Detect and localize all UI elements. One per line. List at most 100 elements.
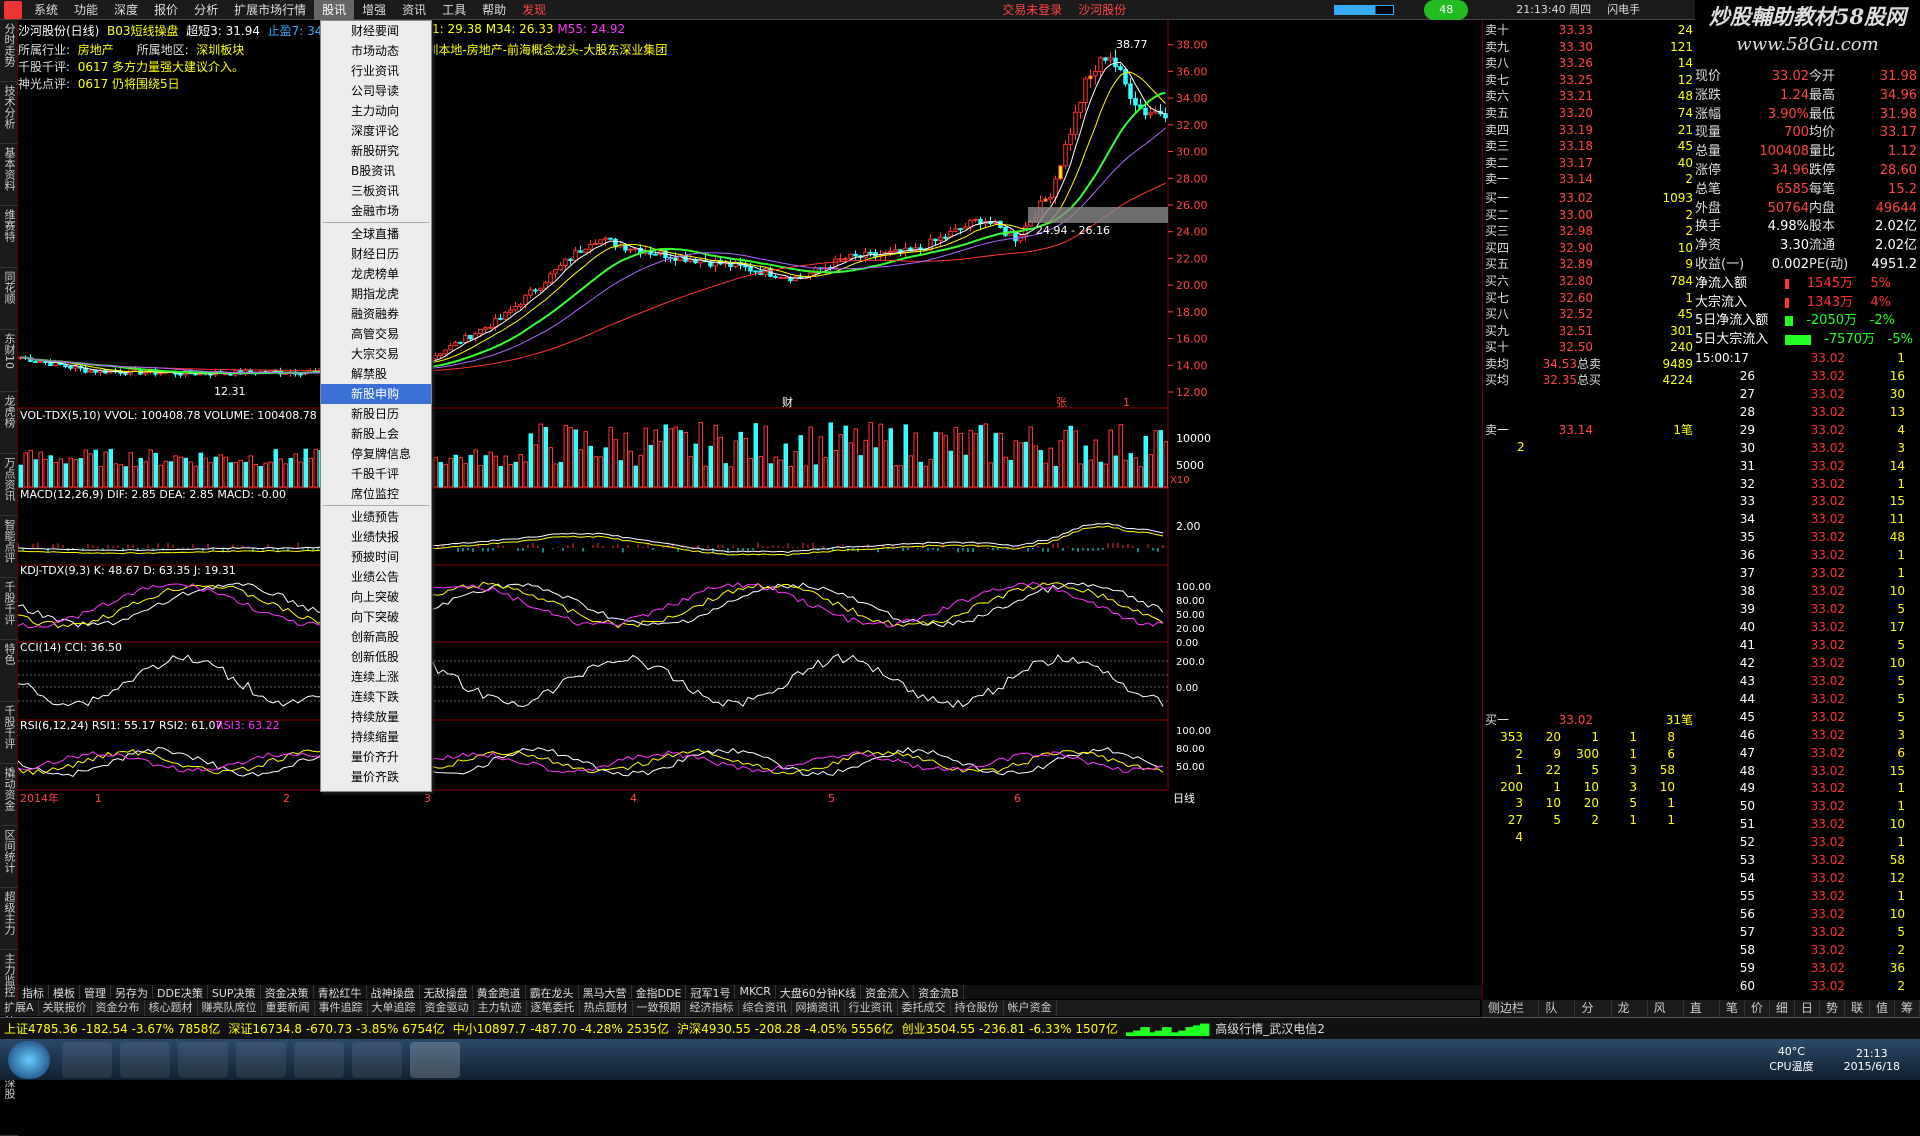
dropdown-item[interactable]: 预披时间 bbox=[321, 547, 431, 567]
orderbook-row[interactable]: 卖八 33.26 14 bbox=[1485, 55, 1693, 72]
menu-stock-news[interactable]: 股讯 bbox=[314, 0, 355, 20]
orderbook-row[interactable]: 卖三 33.18 45 bbox=[1485, 138, 1693, 155]
dropdown-item[interactable]: 高管交易 bbox=[321, 324, 431, 344]
extension-tab[interactable]: 赚亮队席位 bbox=[198, 1000, 262, 1016]
menu-depth[interactable]: 深度 bbox=[106, 0, 146, 20]
dropdown-item[interactable]: B股资讯 bbox=[321, 161, 431, 181]
orderbook-row[interactable]: 买一 33.02 1093 bbox=[1485, 190, 1693, 207]
left-tab[interactable]: 万点资讯 bbox=[0, 454, 18, 516]
dropdown-item[interactable]: 连续下跌 bbox=[321, 687, 431, 707]
dropdown-item[interactable]: 创新低股 bbox=[321, 647, 431, 667]
explorer-icon[interactable] bbox=[62, 1041, 112, 1078]
extension-tab[interactable]: 资金分布 bbox=[92, 1000, 145, 1016]
indicator-tab[interactable]: 青松红牛 bbox=[314, 985, 367, 1000]
extension-tab[interactable]: 事件追踪 bbox=[315, 1000, 368, 1016]
browser-icon[interactable] bbox=[352, 1041, 402, 1078]
left-tab[interactable]: 智能点评 bbox=[0, 516, 18, 578]
event-mark[interactable]: 财 bbox=[782, 395, 793, 409]
index-hs[interactable]: 沪深4930.55 -208.28 -4.05% 5556亿 bbox=[673, 1020, 897, 1037]
left-tab[interactable]: 超级主力 bbox=[0, 888, 18, 950]
extension-tab[interactable]: 网摘资讯 bbox=[792, 1000, 845, 1016]
orderbook-row[interactable]: 买四 32.90 10 bbox=[1485, 240, 1693, 257]
left-tab[interactable]: 区间统计 bbox=[0, 826, 18, 888]
right-tab[interactable]: 价 bbox=[1745, 1000, 1770, 1017]
extension-tab[interactable]: 帐户资金 bbox=[1004, 1000, 1057, 1016]
left-tab[interactable]: 东财10 bbox=[0, 330, 18, 392]
indicator-tab[interactable]: 金指DDE bbox=[632, 985, 687, 1000]
extension-tab[interactable]: 经济指标 bbox=[686, 1000, 739, 1016]
extension-tab[interactable]: 行业资讯 bbox=[845, 1000, 898, 1016]
dropdown-item[interactable]: 财经要闻 bbox=[321, 21, 431, 41]
extension-tab[interactable]: 核心题材 bbox=[145, 1000, 198, 1016]
app-icon[interactable] bbox=[4, 0, 22, 19]
extension-tab[interactable]: 扩展A bbox=[0, 1000, 39, 1016]
orderbook-row[interactable]: 买十 32.50 240 bbox=[1485, 339, 1693, 356]
dropdown-item[interactable]: 新股上会 bbox=[321, 424, 431, 444]
left-tab[interactable]: 同花顺 bbox=[0, 268, 18, 330]
indicator-tab[interactable]: 另存为 bbox=[111, 985, 153, 1000]
extension-tab[interactable]: 持仓股份 bbox=[951, 1000, 1004, 1016]
right-tab[interactable]: 细 bbox=[1770, 1000, 1795, 1017]
dropdown-item[interactable]: 持续放量 bbox=[321, 707, 431, 727]
right-tab[interactable]: 风向 bbox=[1648, 1000, 1684, 1032]
orderbook-row[interactable]: 卖一 33.14 2 bbox=[1485, 171, 1693, 188]
system-clock[interactable]: 21:13 2015/6/18 bbox=[1844, 1047, 1900, 1073]
indicator-tab[interactable]: 模板 bbox=[49, 985, 80, 1000]
left-tab[interactable]: 特色 bbox=[0, 640, 18, 702]
dropdown-item[interactable]: 向上突破 bbox=[321, 587, 431, 607]
extension-tab[interactable]: 关联报价 bbox=[39, 1000, 92, 1016]
dropdown-item[interactable]: 新股日历 bbox=[321, 404, 431, 424]
indicator-tab[interactable]: 指标 bbox=[18, 985, 49, 1000]
dropdown-item[interactable]: 解禁股 bbox=[321, 364, 431, 384]
index-cy[interactable]: 创业3504.55 -236.81 -6.33% 1507亿 bbox=[898, 1020, 1122, 1037]
dropdown-item[interactable]: 全球直播 bbox=[321, 224, 431, 244]
left-tab[interactable]: 分时走势 bbox=[0, 20, 18, 82]
index-zx[interactable]: 中小10897.7 -487.70 -4.28% 2535亿 bbox=[449, 1020, 673, 1037]
dropdown-item[interactable]: 持续缩量 bbox=[321, 727, 431, 747]
extension-tab[interactable]: 综合资讯 bbox=[739, 1000, 792, 1016]
menu-news[interactable]: 资讯 bbox=[394, 0, 434, 20]
orderbook-row[interactable]: 卖五 33.20 74 bbox=[1485, 105, 1693, 122]
menu-quote[interactable]: 报价 bbox=[146, 0, 186, 20]
trading-app-icon[interactable] bbox=[410, 1041, 460, 1078]
dropdown-item[interactable]: 财经日历 bbox=[321, 244, 431, 264]
menu-tools[interactable]: 工具 bbox=[434, 0, 474, 20]
dropdown-item[interactable]: 业绩快报 bbox=[321, 527, 431, 547]
start-button-icon[interactable] bbox=[8, 1040, 50, 1079]
dropdown-item[interactable]: 量价齐升 bbox=[321, 747, 431, 767]
dropdown-item[interactable]: 创新高股 bbox=[321, 627, 431, 647]
left-tab[interactable]: 千股千评 bbox=[0, 578, 18, 640]
dropdown-item[interactable]: 业绩预告 bbox=[321, 507, 431, 527]
orderbook-row[interactable]: 卖九 33.30 121 bbox=[1485, 39, 1693, 56]
indicator-tab[interactable]: 资金流B bbox=[914, 985, 964, 1000]
event-mark[interactable]: 张 bbox=[1056, 396, 1067, 409]
dropdown-item[interactable]: 金融市场 bbox=[321, 201, 431, 221]
indicator-tab[interactable]: SUP决策 bbox=[208, 985, 261, 1000]
orderbook-row[interactable]: 买二 33.00 2 bbox=[1485, 207, 1693, 224]
indicator-tab[interactable]: 资金决策 bbox=[261, 985, 314, 1000]
indicator-tab[interactable]: 霸在龙头 bbox=[526, 985, 579, 1000]
dropdown-item[interactable]: 公司导读 bbox=[321, 81, 431, 101]
extension-tab[interactable]: 重要新闻 bbox=[262, 1000, 315, 1016]
indicator-tab[interactable]: 无敌操盘 bbox=[420, 985, 473, 1000]
right-tab[interactable]: 队列 bbox=[1539, 1000, 1576, 1032]
index-sz[interactable]: 深证16734.8 -670.73 -3.85% 6754亿 bbox=[224, 1020, 448, 1037]
dropdown-item[interactable]: 席位监控 bbox=[321, 484, 431, 504]
right-tab[interactable]: 笔 bbox=[1720, 1000, 1745, 1017]
menu-analysis[interactable]: 分析 bbox=[186, 0, 226, 20]
calculator-icon[interactable] bbox=[236, 1041, 286, 1078]
indicator-tab[interactable]: 冠军1号 bbox=[686, 985, 736, 1000]
orderbook-row[interactable]: 卖七 33.25 12 bbox=[1485, 72, 1693, 89]
orderbook-row[interactable]: 卖十 33.33 24 bbox=[1485, 22, 1693, 39]
right-tab[interactable]: 筹 bbox=[1895, 1000, 1920, 1017]
dropdown-item[interactable]: 新股申购 bbox=[321, 384, 431, 404]
indicator-tab[interactable]: 管理 bbox=[80, 985, 111, 1000]
indicator-tab[interactable]: 资金流入 bbox=[861, 985, 915, 1000]
menu-discover[interactable]: 发现 bbox=[514, 0, 554, 20]
dropdown-item[interactable]: 千股千评 bbox=[321, 464, 431, 484]
left-tab[interactable]: 深股 bbox=[0, 1074, 18, 1136]
orderbook-row[interactable]: 买三 32.98 2 bbox=[1485, 223, 1693, 240]
orderbook-row[interactable]: 买一 33.02 31笔 bbox=[1485, 712, 1693, 729]
left-tab[interactable]: 龙虎榜 bbox=[0, 392, 18, 454]
indicator-tab[interactable]: 大盘60分钟K线 bbox=[776, 985, 862, 1000]
